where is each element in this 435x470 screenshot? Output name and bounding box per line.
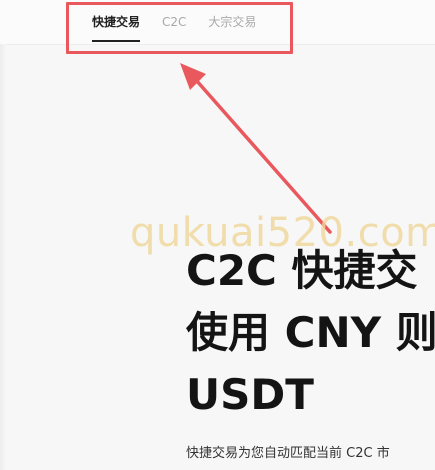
tabs-highlight-box: [66, 2, 293, 54]
hero-heading: C2C 快捷交 使用 CNY 则 USDT: [186, 240, 435, 426]
side-panel-edge: [0, 44, 6, 470]
site-watermark: qukuai520.com: [130, 210, 435, 256]
hero-line-3: USDT: [186, 370, 314, 419]
app-page: 快捷交易 C2C 大宗交易 C2C 快捷交 使用 CNY 则 USDT quku…: [0, 0, 435, 470]
hero-line-2: 使用 CNY 则: [186, 308, 435, 357]
hero-description: 快捷交易为您自动匹配当前 C2C 市: [186, 446, 390, 461]
